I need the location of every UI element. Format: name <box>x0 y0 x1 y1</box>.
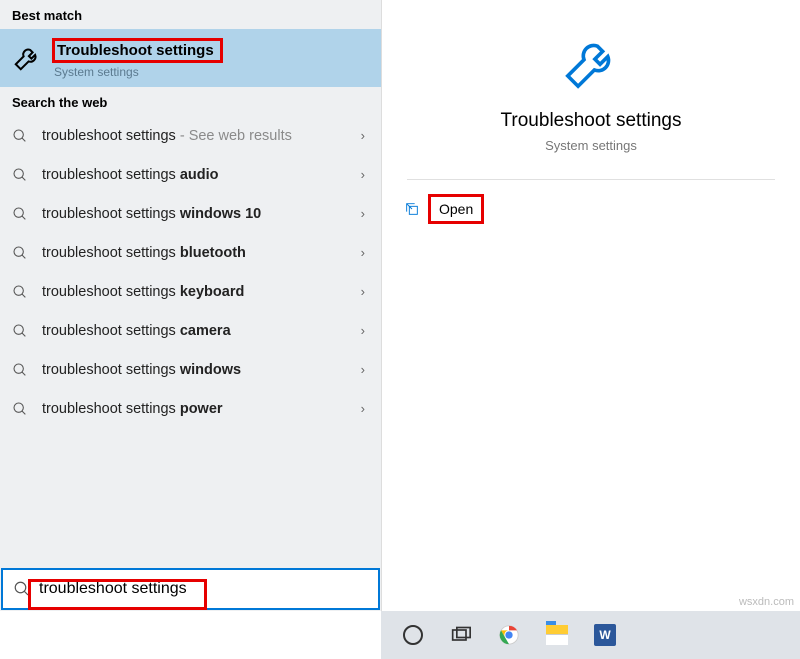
search-input[interactable] <box>39 570 378 608</box>
search-icon <box>12 128 28 144</box>
web-result-item[interactable]: troubleshoot settings audio› <box>0 155 381 194</box>
open-label: Open <box>439 201 473 217</box>
watermark: wsxdn.com <box>739 596 794 608</box>
search-icon <box>12 284 28 300</box>
taskbar: W <box>381 611 800 659</box>
highlight-box: Open <box>428 194 484 224</box>
search-icon <box>12 206 28 222</box>
search-icon <box>12 401 28 417</box>
chevron-right-icon: › <box>361 323 365 338</box>
chevron-right-icon: › <box>361 128 365 143</box>
cortana-button[interactable] <box>401 623 425 647</box>
result-text: troubleshoot settings bluetooth <box>42 245 361 261</box>
web-result-item[interactable]: troubleshoot settings bluetooth› <box>0 233 381 272</box>
chevron-right-icon: › <box>361 245 365 260</box>
result-text: troubleshoot settings audio <box>42 167 361 183</box>
chevron-right-icon: › <box>361 284 365 299</box>
best-match-subtitle: System settings <box>54 65 223 79</box>
wrench-icon <box>560 32 622 94</box>
chevron-right-icon: › <box>361 362 365 377</box>
result-text: troubleshoot settings power <box>42 401 361 417</box>
result-text: troubleshoot settings camera <box>42 323 361 339</box>
highlight-box: Troubleshoot settings <box>52 38 223 63</box>
chrome-icon[interactable] <box>497 623 521 647</box>
wrench-icon <box>12 43 42 73</box>
word-icon[interactable]: W <box>593 623 617 647</box>
web-result-item[interactable]: troubleshoot settings windows› <box>0 350 381 389</box>
preview-subtitle: System settings <box>545 138 637 153</box>
chevron-right-icon: › <box>361 206 365 221</box>
web-result-item[interactable]: troubleshoot settings windows 10› <box>0 194 381 233</box>
search-icon <box>12 245 28 261</box>
search-results-panel: Best match Troubleshoot settings System … <box>0 0 381 611</box>
search-icon <box>12 323 28 339</box>
result-text: troubleshoot settings - See web results <box>42 128 361 144</box>
open-icon <box>404 201 420 217</box>
search-icon <box>12 362 28 378</box>
search-web-header: Search the web <box>0 87 381 116</box>
best-match-title: Troubleshoot settings <box>57 42 214 59</box>
result-preview-panel: Troubleshoot settings System settings Op… <box>381 0 800 611</box>
result-text: troubleshoot settings windows 10 <box>42 206 361 222</box>
file-explorer-icon[interactable] <box>545 623 569 647</box>
result-text: troubleshoot settings keyboard <box>42 284 361 300</box>
best-match-header: Best match <box>0 0 381 29</box>
chevron-right-icon: › <box>361 401 365 416</box>
result-text: troubleshoot settings windows <box>42 362 361 378</box>
search-icon <box>12 167 28 183</box>
search-box[interactable] <box>1 568 380 610</box>
task-view-button[interactable] <box>449 623 473 647</box>
open-action[interactable]: Open <box>382 180 800 238</box>
best-match-result[interactable]: Troubleshoot settings System settings <box>0 29 381 87</box>
web-result-item[interactable]: troubleshoot settings power› <box>0 389 381 428</box>
chevron-right-icon: › <box>361 167 365 182</box>
web-result-item[interactable]: troubleshoot settings keyboard› <box>0 272 381 311</box>
preview-title: Troubleshoot settings <box>501 110 682 132</box>
web-result-item[interactable]: troubleshoot settings - See web results› <box>0 116 381 155</box>
web-result-item[interactable]: troubleshoot settings camera› <box>0 311 381 350</box>
search-icon <box>13 580 31 598</box>
